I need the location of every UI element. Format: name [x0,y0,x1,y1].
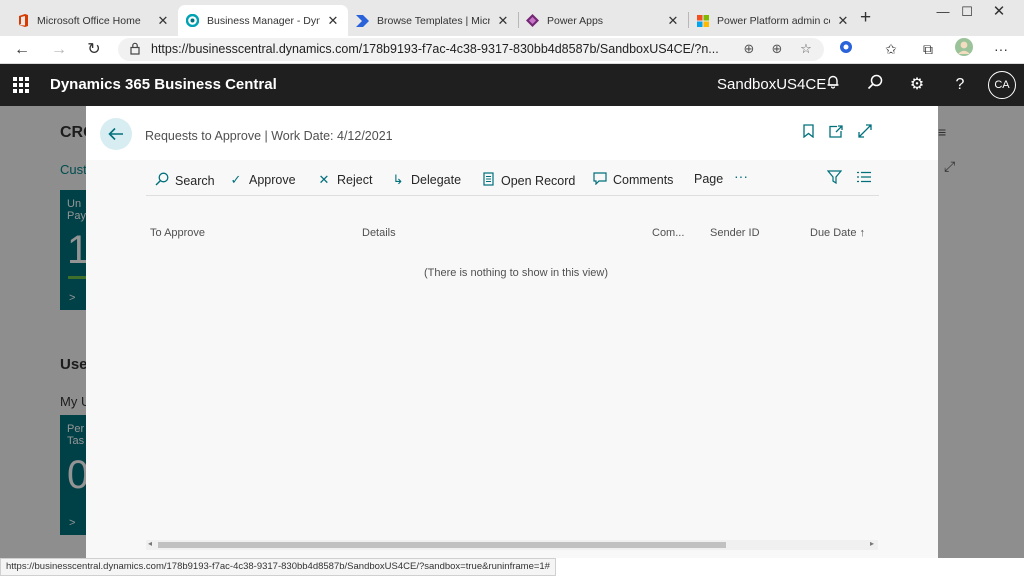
comments-action[interactable]: Comments [593,172,673,188]
checkmark-icon: ✓ [230,172,242,187]
favorite-star-icon[interactable]: ☆ [796,40,816,58]
link-status-bar: https://businesscentral.dynamics.com/178… [0,558,556,576]
back-button[interactable] [100,118,132,150]
user-avatar[interactable]: CA [988,71,1016,99]
bookmark-icon[interactable] [798,124,818,142]
column-header-details[interactable]: Details [362,227,396,239]
address-bar: ← → ↻ https://businesscentral.dynamics.c… [0,36,1024,64]
action-bar: Search ✓ Approve ✕ Reject ↳ Delegate Ope… [146,168,879,196]
add-circle-icon[interactable]: ⊕ [739,40,759,58]
profile-avatar-icon[interactable] [953,38,975,62]
page-action[interactable]: Page [694,172,723,186]
settings-gear-icon[interactable]: ⚙ [906,74,928,96]
more-menu-icon[interactable]: ··· [990,38,1012,60]
dialog-title: Requests to Approve | Work Date: 4/12/20… [145,129,393,143]
column-header-sender-id[interactable]: Sender ID [710,227,760,239]
scrollbar-thumb[interactable] [158,542,726,548]
close-icon[interactable]: ✕ [156,13,170,29]
close-icon[interactable]: ✕ [836,13,850,29]
tab-business-manager[interactable]: Business Manager - Dynam ✕ [178,5,348,36]
filter-icon[interactable] [824,170,844,187]
search-icon [155,172,169,189]
refresh-icon[interactable]: ↻ [81,39,107,61]
office-icon [16,14,29,27]
scroll-left-icon[interactable]: ◂ [148,539,152,548]
horizontal-scrollbar[interactable]: ◂ ▸ [146,539,878,550]
dialog-body: Search ✓ Approve ✕ Reject ↳ Delegate Ope… [86,160,938,558]
close-icon[interactable]: ✕ [666,13,680,29]
more-options-icon[interactable]: ··· [734,168,748,184]
close-icon[interactable]: ✕ [496,13,510,29]
requests-to-approve-dialog: Requests to Approve | Work Date: 4/12/20… [86,106,938,558]
power-automate-icon [356,14,369,27]
zoom-icon[interactable]: ⊕ [767,40,787,58]
close-icon[interactable]: ✕ [326,13,340,29]
column-header-comments[interactable]: Com... [652,227,684,239]
document-icon [481,172,495,189]
notification-bell-icon[interactable] [822,74,844,96]
extension-icon[interactable] [835,38,857,60]
approve-action[interactable]: ✓ Approve [229,172,296,188]
environment-name[interactable]: SandboxUS4CE [717,76,826,93]
new-tab-icon[interactable]: + [860,8,871,28]
power-apps-icon [526,14,539,27]
tab-office-home[interactable]: Microsoft Office Home ✕ [8,5,178,36]
expand-icon[interactable] [855,124,875,142]
search-icon[interactable] [864,74,886,97]
back-arrow-icon[interactable]: ← [9,39,35,61]
search-action[interactable]: Search [155,172,215,189]
delegate-arrow-icon: ↳ [392,172,404,187]
reject-action[interactable]: ✕ Reject [317,172,373,188]
open-new-window-icon[interactable] [826,124,846,142]
delegate-action[interactable]: ↳ Delegate [391,172,462,188]
sort-ascending-icon: ↑ [859,227,866,239]
collections-icon[interactable]: ⧉ [917,38,939,60]
back-arrow-icon [108,127,123,141]
url-field[interactable]: https://businesscentral.dynamics.com/178… [118,38,824,61]
column-header-due-date[interactable]: Due Date ↑ [810,227,865,239]
app-launcher-icon[interactable] [13,77,29,93]
dialog-header: Requests to Approve | Work Date: 4/12/20… [86,106,938,160]
scroll-right-icon[interactable]: ▸ [870,539,874,548]
app-header: Dynamics 365 Business Central SandboxUS4… [0,64,1024,106]
empty-list-message: (There is nothing to show in this view) [424,267,609,279]
help-icon[interactable]: ? [949,74,971,96]
lock-icon [130,42,140,55]
dynamics-icon [186,14,199,27]
open-record-action[interactable]: Open Record [481,172,575,189]
comment-icon [593,172,607,188]
microsoft-logo-icon [696,14,709,27]
tab-power-apps[interactable]: Power Apps ✕ [518,5,688,36]
forward-arrow-icon[interactable]: → [46,39,72,61]
browser-tab-strip: Microsoft Office Home ✕ Business Manager… [0,0,1024,36]
list-view-icon[interactable] [854,170,874,186]
favorites-list-icon[interactable]: ✩ [880,38,902,60]
column-header-to-approve[interactable]: To Approve [150,227,205,239]
app-name: Dynamics 365 Business Central [50,76,277,93]
close-window-icon[interactable]: ✕ [976,2,1022,22]
tab-power-platform-admin[interactable]: Power Platform admin cent ✕ [688,5,858,36]
url-text: https://businesscentral.dynamics.com/178… [151,42,719,56]
tab-browse-templates[interactable]: Browse Templates | Microsc ✕ [348,5,518,36]
reject-x-icon: ✕ [318,172,330,187]
